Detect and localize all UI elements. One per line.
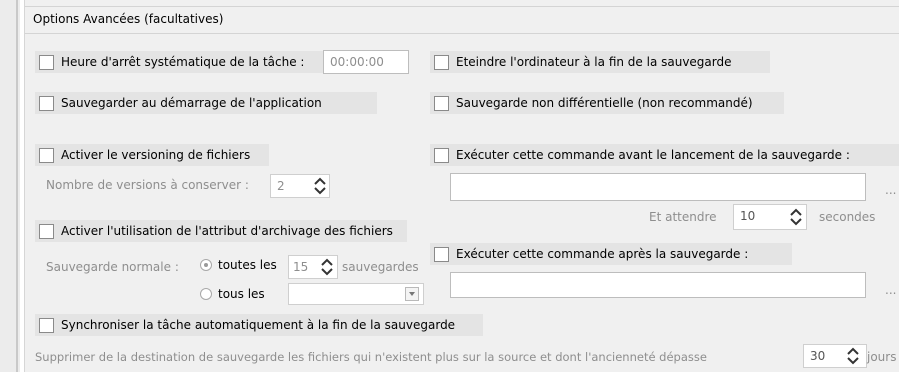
shutdown-checkbox[interactable] — [434, 54, 449, 70]
versioning-label: Activer le versioning de fichiers — [61, 148, 251, 162]
backup-startup-label: Sauvegarder au démarrage de l'applicatio… — [61, 96, 322, 110]
every-n-spinner-icon[interactable] — [319, 257, 335, 277]
versions-count-spinner-icon[interactable] — [312, 176, 328, 196]
wait-seconds-spinner-icon[interactable] — [788, 207, 804, 227]
versions-count-label: Nombre de versions à conserver : — [46, 178, 249, 192]
archive-attr-checkbox-row[interactable]: Activer l'utilisation de l'attribut d'ar… — [35, 220, 407, 242]
every-n-radio[interactable] — [200, 259, 212, 271]
sync-label: Synchroniser la tâche automatiquement à … — [61, 318, 456, 332]
cmd-before-checkbox[interactable] — [434, 147, 449, 163]
on-radio-row[interactable]: tous les — [200, 287, 265, 301]
section-header: Options Avancées (facultatives) — [25, 6, 899, 34]
delete-older-label: Supprimer de la destination de sauvegard… — [35, 350, 707, 364]
cmd-after-checkbox[interactable] — [434, 246, 449, 262]
left-gutter — [0, 0, 20, 372]
non-diff-checkbox-row[interactable]: Sauvegarde non différentielle (non recom… — [430, 92, 784, 114]
stop-time-checkbox[interactable] — [39, 54, 54, 70]
cmd-after-label: Exécuter cette commande après la sauvega… — [456, 247, 749, 261]
on-select[interactable] — [288, 283, 424, 305]
backup-startup-checkbox-row[interactable]: Sauvegarder au démarrage de l'applicatio… — [35, 92, 377, 114]
dropdown-arrow-icon[interactable] — [405, 287, 419, 301]
versioning-checkbox-row[interactable]: Activer le versioning de fichiers — [35, 144, 269, 166]
versioning-checkbox[interactable] — [39, 147, 54, 163]
cmd-before-label: Exécuter cette commande avant le lanceme… — [456, 148, 850, 162]
wait-unit-label: secondes — [819, 210, 876, 224]
archive-attr-checkbox[interactable] — [39, 223, 54, 239]
normal-backup-label: Sauvegarde normale : — [46, 260, 179, 274]
on-radio[interactable] — [200, 288, 212, 300]
cmd-before-checkbox-row[interactable]: Exécuter cette commande avant le lanceme… — [430, 144, 899, 166]
sync-checkbox-row[interactable]: Synchroniser la tâche automatiquement à … — [35, 314, 483, 336]
non-diff-label: Sauvegarde non différentielle (non recom… — [456, 96, 753, 110]
cmd-after-input[interactable] — [450, 272, 866, 298]
stop-time-input[interactable]: 00:00:00 — [323, 50, 409, 74]
every-n-radio-row[interactable]: toutes les — [200, 258, 277, 272]
every-n-unit-label: sauvegardes — [342, 260, 419, 274]
section-title: Options Avancées (facultatives) — [33, 12, 224, 26]
wait-label: Et attendre — [649, 210, 717, 224]
cmd-before-input[interactable] — [450, 173, 866, 201]
non-diff-checkbox[interactable] — [434, 95, 449, 111]
shutdown-checkbox-row[interactable]: Eteindre l'ordinateur à la fin de la sau… — [430, 51, 770, 73]
every-n-label: toutes les — [218, 258, 277, 272]
sync-checkbox[interactable] — [39, 317, 54, 333]
delete-days-unit: jours — [867, 350, 897, 364]
shutdown-label: Eteindre l'ordinateur à la fin de la sau… — [456, 55, 732, 69]
on-label: tous les — [218, 287, 265, 301]
cmd-after-browse-button[interactable]: ... — [885, 283, 896, 297]
stop-time-label: Heure d'arrêt systématique de la tâche : — [61, 55, 305, 69]
backup-startup-checkbox[interactable] — [39, 95, 54, 111]
advanced-options-panel: Options Avancées (facultatives) Heure d'… — [24, 0, 899, 372]
archive-attr-label: Activer l'utilisation de l'attribut d'ar… — [61, 224, 393, 238]
cmd-before-browse-button[interactable]: ... — [885, 183, 896, 197]
cmd-after-checkbox-row[interactable]: Exécuter cette commande après la sauvega… — [430, 243, 792, 265]
delete-days-spinner-icon[interactable] — [845, 346, 861, 366]
